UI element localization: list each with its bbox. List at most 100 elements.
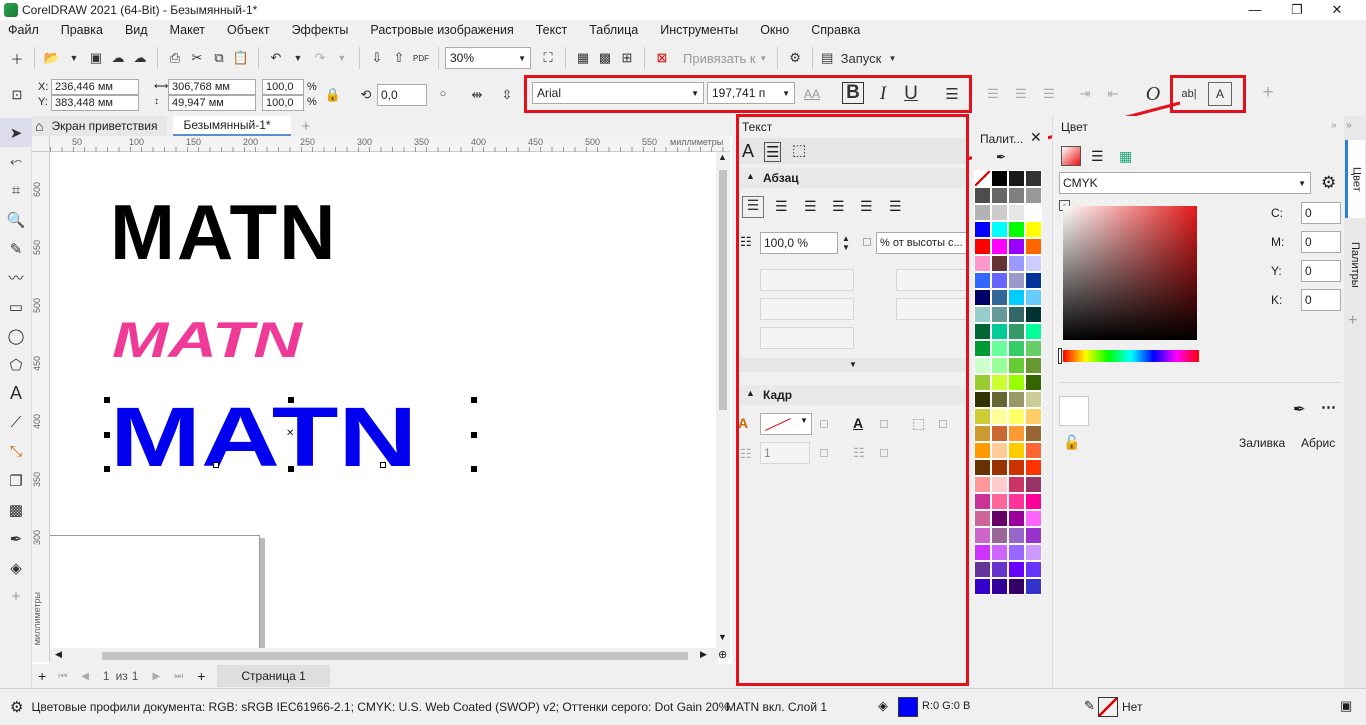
palette-swatch[interactable] [1008,289,1025,306]
menu-help[interactable]: Справка [811,23,860,37]
underline-button[interactable]: U [900,82,922,106]
palette-swatch[interactable] [1008,459,1025,476]
selection-handle[interactable] [471,432,477,438]
zoom-corner-icon[interactable]: ⊕ [718,648,727,661]
palette-swatch[interactable] [1025,391,1042,408]
text-wrap-icon[interactable]: A [853,415,863,431]
minimize-button[interactable]: — [1238,0,1272,20]
color-model-select[interactable]: CMYK ▼ [1059,172,1311,194]
palette-swatch[interactable] [1008,255,1025,272]
outline-color-swatch[interactable] [1098,697,1118,717]
palette-swatch[interactable] [1008,527,1025,544]
transparency-tool-icon[interactable]: ▩ [0,495,32,524]
cloud-upload-icon[interactable]: ☁ [107,46,129,70]
bold-button[interactable]: B [842,82,864,104]
redo-dropdown-icon[interactable]: ▼ [331,46,353,70]
palette-swatch[interactable] [974,306,991,323]
palette-swatch[interactable] [974,221,991,238]
undo-icon[interactable]: ↶ [265,46,287,70]
palette-swatch[interactable] [1008,425,1025,442]
more-options-icon[interactable]: ⋯ [1321,398,1336,416]
add-tool-icon[interactable]: + [0,582,32,611]
palette-swatch[interactable] [1008,391,1025,408]
snap-to-button[interactable]: Привязать к ▼ [683,46,767,70]
fill-color-swatch[interactable] [898,697,918,717]
lock-icon[interactable]: 🔓 [1063,434,1080,451]
palette-swatch[interactable] [1008,204,1025,221]
selection-handle[interactable] [288,466,294,472]
align-center-icon[interactable]: ☰ [804,198,817,215]
palette-swatch[interactable] [991,204,1008,221]
palette-swatch[interactable] [991,510,1008,527]
palette-swatch[interactable] [1025,357,1042,374]
vertical-scrollbar[interactable]: ▲ ▼ [716,152,730,658]
eyedropper-tool-icon[interactable]: ✒ [0,524,32,553]
c-input[interactable]: 0 [1301,202,1341,224]
palette-swatch[interactable] [1008,323,1025,340]
docker-expand-icon[interactable]: » [1331,120,1337,131]
palette-swatch[interactable] [974,187,991,204]
gear-icon[interactable]: ⚙ [10,698,23,716]
palette-swatch[interactable] [1025,442,1042,459]
last-page-icon[interactable]: ⏭ [174,671,183,682]
frame-fill-icon[interactable]: A [738,415,748,431]
menu-tools[interactable]: Инструменты [660,23,738,37]
palette-swatch[interactable] [974,204,991,221]
paragraph-section-header[interactable]: ▲ Абзац [738,168,968,188]
palette-swatch[interactable] [1008,408,1025,425]
palette-swatch[interactable] [991,578,1008,595]
menu-view[interactable]: Вид [125,23,148,37]
scroll-left-icon[interactable]: ◀ [55,649,62,660]
columns-checkbox[interactable] [820,449,828,457]
add-docker-icon[interactable]: + [1348,312,1357,330]
menu-bitmaps[interactable]: Растровые изображения [370,23,513,37]
selection-handle[interactable] [104,397,110,403]
palette-swatch[interactable] [991,255,1008,272]
fit-frame-checkbox[interactable] [939,420,947,428]
palette-swatch[interactable] [1025,187,1042,204]
palette-swatch[interactable] [1025,238,1042,255]
fit-frame-icon[interactable]: ⬚ [912,415,925,432]
palette-swatch[interactable] [1025,510,1042,527]
palette-swatch[interactable] [1008,306,1025,323]
menu-edit[interactable]: Правка [61,23,103,37]
scroll-down-icon[interactable]: ▼ [718,632,727,642]
page-tab[interactable]: Страница 1 [217,665,330,687]
fill-button[interactable]: Заливка [1239,436,1285,450]
frame-section-header[interactable]: ▲ Кадр [738,385,968,405]
add-page-end-icon[interactable]: + [197,668,205,684]
height-input[interactable]: 49,947 мм [168,95,256,111]
open-icon[interactable]: 📂 [41,46,63,70]
shape-tool-icon[interactable]: ⬿ [0,147,32,176]
palette-swatch[interactable] [991,408,1008,425]
align-justify-icon[interactable]: ☰ [860,198,873,215]
palette-swatch[interactable] [991,357,1008,374]
palette-swatch[interactable] [974,442,991,459]
menu-window[interactable]: Окно [760,23,789,37]
no-color-swatch[interactable] [974,170,991,187]
palette-swatch[interactable] [974,238,991,255]
mirror-vertical-icon[interactable]: ⇳ [496,83,518,107]
palette-swatch[interactable] [991,306,1008,323]
save-icon[interactable]: ▣ [85,46,107,70]
eyedropper-icon[interactable]: ✒ [996,150,1006,164]
palette-swatch[interactable] [1008,544,1025,561]
palette-swatch[interactable] [1008,221,1025,238]
palette-swatch[interactable] [1008,442,1025,459]
lock-ratio-icon[interactable]: 🔒 [322,83,344,107]
object-origin-icon[interactable]: ⊡ [6,83,28,107]
zoom-tool-icon[interactable]: 🔍 [0,205,32,234]
connector-tool-icon[interactable]: ⤡ [0,437,32,466]
align-left-icon[interactable]: ☰ [775,198,788,215]
palette-swatch[interactable] [991,340,1008,357]
palette-swatch[interactable] [974,561,991,578]
palette-swatch[interactable] [991,170,1008,187]
align-right-icon[interactable]: ☰ [832,198,845,215]
close-icon[interactable]: ✕ [1030,129,1042,146]
y-input[interactable]: 0 [1301,260,1341,282]
italic-button[interactable]: I [872,82,894,106]
menu-text[interactable]: Текст [536,23,567,37]
add-tab-button[interactable]: + [291,116,320,136]
palette-swatch[interactable] [991,187,1008,204]
palette-swatch[interactable] [974,289,991,306]
